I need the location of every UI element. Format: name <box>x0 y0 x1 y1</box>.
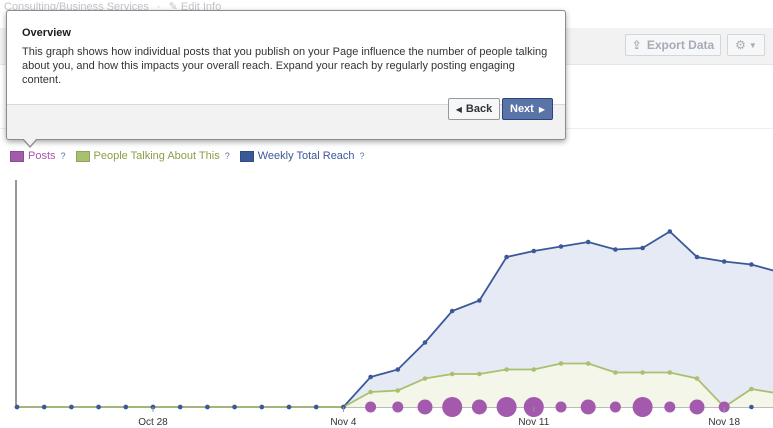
legend-item-talking[interactable]: People Talking About This? <box>75 150 230 162</box>
reach-point <box>531 248 537 254</box>
post-bubble <box>689 399 705 415</box>
x-tick-label: Nov 18 <box>708 417 740 428</box>
legend-label-talking: People Talking About This <box>93 150 220 162</box>
talking-point <box>667 370 673 375</box>
post-bubble <box>69 404 74 410</box>
post-bubble <box>580 399 596 415</box>
reach-point <box>395 367 401 372</box>
popover-body: This graph shows how individual posts th… <box>22 46 548 86</box>
legend-label-reach: Weekly Total Reach <box>257 150 355 162</box>
talking-point <box>422 376 428 381</box>
tour-popover: Overview This graph shows how individual… <box>6 10 566 140</box>
post-bubble <box>365 401 377 413</box>
post-bubble <box>442 397 463 417</box>
legend-label-posts: Posts <box>28 150 56 162</box>
talking-point <box>585 361 591 366</box>
talking-point <box>449 371 455 377</box>
upload-icon: ⇪ <box>631 38 642 52</box>
help-icon[interactable]: ? <box>61 151 66 161</box>
chevron-right-icon: ▶ <box>538 104 545 114</box>
reach-point <box>368 374 373 380</box>
back-button[interactable]: ◀ Back <box>448 98 500 120</box>
post-bubble <box>232 404 237 410</box>
talking-point <box>694 376 700 381</box>
post-bubble <box>313 404 319 410</box>
legend-item-reach[interactable]: Weekly Total Reach? <box>239 150 365 162</box>
legend-item-posts[interactable]: Posts? <box>10 150 66 162</box>
settings-menu-button[interactable]: ⚙ ▼ <box>727 34 765 56</box>
reach-point <box>667 229 673 234</box>
post-bubble <box>392 401 404 413</box>
talking-point <box>558 361 564 366</box>
post-bubble <box>286 404 292 410</box>
talking-point <box>368 389 373 395</box>
reach-point <box>422 340 428 345</box>
export-data-button[interactable]: ⇪ Export Data <box>625 34 721 56</box>
post-bubble <box>417 399 433 415</box>
back-label: Back <box>465 103 493 115</box>
post-bubble <box>41 404 47 410</box>
post-bubble <box>123 404 129 410</box>
post-bubble <box>664 401 676 413</box>
reach-point <box>477 298 482 303</box>
post-bubble <box>205 404 210 410</box>
x-tick-label: Nov 4 <box>330 417 357 428</box>
talking-point <box>640 370 645 375</box>
caret-down-icon: ▼ <box>748 40 757 50</box>
popover-arrow-inner <box>23 138 37 146</box>
legend-swatch-posts <box>10 150 24 162</box>
x-tick-label: Nov 11 <box>518 417 549 428</box>
post-bubble <box>177 404 183 410</box>
reach-point <box>749 262 754 267</box>
chart-legend: Posts? People Talking About This? Weekly… <box>10 150 365 162</box>
legend-swatch-talking <box>75 150 90 162</box>
help-icon[interactable]: ? <box>225 151 230 161</box>
reach-chart: Oct 28 Nov 4 Nov 11 Nov 18 <box>14 180 773 428</box>
talking-point <box>531 367 537 372</box>
talking-point <box>613 370 618 375</box>
reach-point <box>640 245 645 251</box>
talking-point <box>749 386 754 392</box>
next-label: Next <box>510 103 534 115</box>
post-bubble <box>496 397 517 417</box>
post-bubble <box>96 404 101 410</box>
reach-point <box>558 244 564 249</box>
next-button[interactable]: Next ▶ <box>502 98 553 120</box>
post-bubble <box>14 404 20 410</box>
post-bubble <box>555 401 567 413</box>
x-tick-label: Oct 28 <box>138 417 168 428</box>
reach-point <box>449 308 455 314</box>
reach-point <box>504 254 509 260</box>
reach-point <box>585 239 591 245</box>
export-data-label: Export Data <box>646 38 715 52</box>
talking-point <box>504 367 509 372</box>
post-bubble <box>749 404 754 410</box>
talking-point <box>477 371 482 377</box>
chevron-left-icon: ◀ <box>455 104 462 114</box>
reach-point <box>694 254 700 260</box>
post-bubble <box>259 404 265 410</box>
help-icon[interactable]: ? <box>360 151 365 161</box>
talking-point <box>395 388 401 393</box>
post-bubble <box>609 401 621 413</box>
reach-point <box>613 247 618 252</box>
post-bubble <box>632 397 653 417</box>
legend-swatch-reach <box>239 150 254 162</box>
post-bubble <box>471 399 487 415</box>
popover-title: Overview <box>22 27 71 39</box>
gear-icon: ⚙ <box>735 38 746 52</box>
reach-point <box>721 259 727 264</box>
